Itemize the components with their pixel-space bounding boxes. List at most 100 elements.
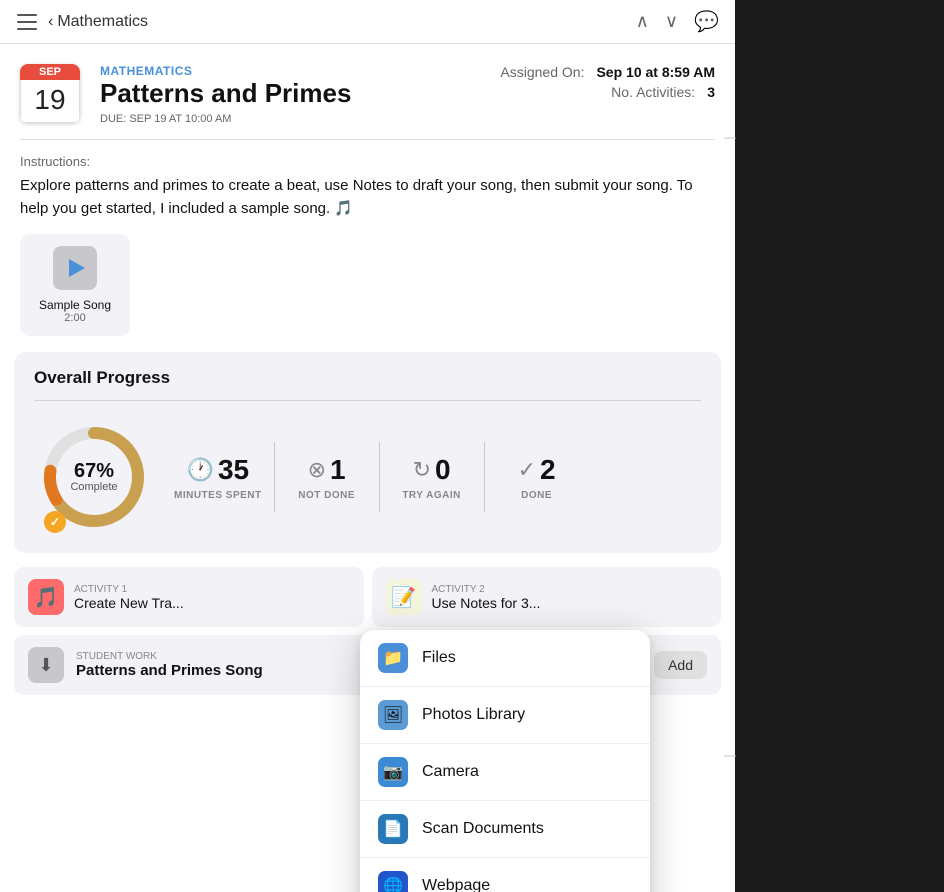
assignment-title: Patterns and Primes [100,78,475,109]
activity-2-name: Use Notes for 3... [432,595,541,611]
clock-icon: 🕐 [187,457,214,483]
sidebar-toggle[interactable] [16,11,38,33]
right-edge-arrow-bottom: — [724,748,736,762]
not-done-label: NOT DONE [298,490,355,501]
stat-done: ✓ 2 DONE [497,454,577,501]
dropdown-photos[interactable]: 🖼 Photos Library [360,687,650,744]
activity-1-card[interactable]: 🎵 ACTIVITY 1 Create New Tra... [14,567,364,627]
try-again-label: TRY AGAIN [402,490,461,501]
assigned-row: Assigned On: Sep 10 at 8:59 AM [495,64,715,80]
assigned-label: Assigned On: [500,64,584,80]
files-label: Files [422,649,456,667]
webpage-label: Webpage [422,877,490,892]
activities-row: 🎵 ACTIVITY 1 Create New Tra... 📝 ACTIVIT… [14,567,721,627]
dropdown-camera[interactable]: 📷 Camera [360,744,650,801]
try-again-stat: ↻ 0 [413,454,451,486]
activity-2-card[interactable]: 📝 ACTIVITY 2 Use Notes for 3... [372,567,722,627]
right-edge-arrow-top: — [724,130,736,144]
donut-center: 67% Complete [70,461,117,493]
scan-icon: 📄 [378,814,408,844]
progress-title: Overall Progress [34,368,701,388]
student-work-name: Patterns and Primes Song [76,662,263,679]
nav-down-button[interactable]: ∨ [665,11,678,32]
minutes-value: 35 [218,454,249,486]
minutes-stat: 🕐 35 [187,454,250,486]
photos-icon: 🖼 [378,700,408,730]
instructions-label: Instructions: [20,154,715,169]
activities-value: 3 [707,84,715,100]
progress-stats: 67% Complete ✓ 🕐 35 MINUTES SPENT ⊗ 1 [34,417,701,537]
back-chevron-icon: ‹ [48,13,53,31]
back-button[interactable]: ‹ Mathematics [48,13,148,31]
student-work-meta: STUDENT WORK Patterns and Primes Song [76,651,263,679]
attachment-name: Sample Song [39,298,111,312]
progress-divider [34,400,701,401]
add-button[interactable]: Add [654,651,707,679]
donut-percent: 67% [70,461,117,481]
assignment-meta: Assigned On: Sep 10 at 8:59 AM No. Activ… [495,64,715,104]
instructions-section: Instructions: Explore patterns and prime… [0,140,735,234]
webpage-icon: 🌐 [378,871,408,892]
activity-1-meta: ACTIVITY 1 Create New Tra... [74,584,184,611]
stat-divider-2 [379,442,380,512]
activity-2-meta: ACTIVITY 2 Use Notes for 3... [432,584,541,611]
assignment-info: MATHEMATICS Patterns and Primes DUE: SEP… [100,64,475,125]
not-done-value: 1 [330,454,346,486]
subject-label: MATHEMATICS [100,64,475,78]
dropdown-webpage[interactable]: 🌐 Webpage [360,858,650,892]
calendar-day: 19 [20,80,80,123]
photos-label: Photos Library [422,706,525,724]
files-icon: 📁 [378,643,408,673]
assignment-header: SEP 19 MATHEMATICS Patterns and Primes D… [0,44,735,125]
stat-try-again: ↻ 0 TRY AGAIN [392,454,472,501]
activities-label: No. Activities: [611,84,695,100]
done-value: 2 [540,454,556,486]
progress-section: Overall Progress 67% Complet [14,352,721,553]
camera-label: Camera [422,763,479,781]
back-label: Mathematics [57,13,148,31]
attachment-duration: 2:00 [64,312,85,324]
play-triangle-icon [69,259,85,277]
due-date: DUE: SEP 19 AT 10:00 AM [100,113,475,125]
activity-1-num: ACTIVITY 1 [74,584,184,595]
comment-button[interactable]: 💬 [694,9,719,34]
instructions-text: Explore patterns and primes to create a … [20,175,715,220]
main-content: ‹ Mathematics ∧ ∨ 💬 SEP 19 MATHEMATICS P… [0,0,735,892]
stat-divider-3 [484,442,485,512]
top-bar: ‹ Mathematics ∧ ∨ 💬 [0,0,735,44]
not-done-icon: ⊗ [308,457,326,483]
attachments: Sample Song 2:00 [0,234,735,352]
done-stat: ✓ 2 [518,454,556,486]
not-done-stat: ⊗ 1 [308,454,346,486]
activities-row-meta: No. Activities: 3 [495,84,715,100]
student-work-icon: ⬇ [28,647,64,683]
attachment-play-icon [53,246,97,290]
donut-chart: 67% Complete ✓ [34,417,154,537]
calendar-month: SEP [20,64,80,80]
activity-2-icon: 📝 [386,579,422,615]
dropdown-files[interactable]: 📁 Files [360,630,650,687]
try-again-icon: ↻ [413,457,431,483]
nav-up-button[interactable]: ∧ [636,11,649,32]
dark-panel [735,0,944,892]
scan-label: Scan Documents [422,820,544,838]
donut-complete-label: Complete [70,481,117,493]
sample-song-attachment[interactable]: Sample Song 2:00 [20,234,130,336]
activity-1-icon: 🎵 [28,579,64,615]
dropdown-scan[interactable]: 📄 Scan Documents [360,801,650,858]
activity-2-num: ACTIVITY 2 [432,584,541,595]
calendar-badge: SEP 19 [20,64,80,123]
activity-1-name: Create New Tra... [74,595,184,611]
dropdown-menu: 📁 Files 🖼 Photos Library 📷 Camera 📄 Scan… [360,630,650,892]
assigned-value: Sep 10 at 8:59 AM [596,64,715,80]
done-label: DONE [521,490,552,501]
try-again-value: 0 [435,454,451,486]
top-bar-right: ∧ ∨ 💬 [636,9,719,34]
stat-divider-1 [274,442,275,512]
camera-icon: 📷 [378,757,408,787]
done-icon: ✓ [518,457,536,483]
student-work-label: STUDENT WORK [76,651,263,662]
stat-minutes: 🕐 35 MINUTES SPENT [174,454,262,501]
stat-not-done: ⊗ 1 NOT DONE [287,454,367,501]
minutes-label: MINUTES SPENT [174,490,262,501]
